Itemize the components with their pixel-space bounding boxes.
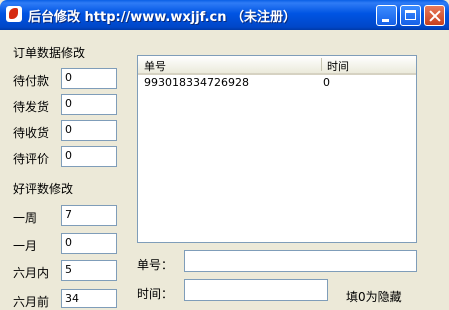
order-no-label: 单号： (137, 258, 174, 272)
pending-receipt-label: 待收货 (13, 126, 50, 140)
list-header: 单号 时间 (138, 56, 416, 75)
order-list[interactable]: 单号 时间 993018334726928 0 (137, 55, 417, 243)
order-group-heading: 订单数据修改 (13, 46, 86, 60)
within-six-months-label: 六月内 (13, 266, 50, 280)
review-group-heading: 好评数修改 (13, 182, 74, 196)
minimize-button[interactable] (376, 5, 397, 26)
pending-shipment-label: 待发货 (13, 100, 50, 114)
app-icon (6, 6, 22, 22)
time-label: 时间： (137, 287, 174, 301)
pending-payment-input[interactable]: 0 (61, 68, 117, 89)
column-divider (321, 58, 322, 71)
one-month-label: 一月 (13, 239, 38, 253)
one-week-label: 一周 (13, 211, 38, 225)
one-month-input[interactable]: 0 (61, 233, 117, 254)
hide-hint: 填0为隐藏 (346, 290, 402, 304)
pending-review-input[interactable]: 0 (61, 146, 117, 167)
pending-shipment-input[interactable]: 0 (61, 94, 117, 115)
time-field[interactable] (184, 279, 328, 301)
one-week-input[interactable]: 7 (61, 205, 117, 226)
within-six-months-input[interactable]: 5 (61, 260, 117, 281)
order-no-field[interactable] (184, 250, 417, 272)
column-order-no[interactable]: 单号 (144, 58, 166, 74)
before-six-months-input[interactable]: 34 (61, 289, 117, 308)
title-bar: 后台修改 http://www.wxjjf.cn （未注册） (0, 0, 449, 30)
row-order-no: 993018334726928 (144, 76, 249, 89)
column-time[interactable]: 时间 (327, 58, 349, 74)
row-time: 0 (323, 76, 330, 89)
pending-payment-label: 待付款 (13, 74, 50, 88)
window-title: 后台修改 http://www.wxjjf.cn （未注册） (28, 10, 297, 25)
before-six-months-label: 六月前 (13, 295, 50, 309)
maximize-button[interactable] (400, 5, 421, 26)
close-button[interactable] (424, 5, 445, 26)
pending-receipt-input[interactable]: 0 (61, 120, 117, 141)
pending-review-label: 待评价 (13, 152, 50, 166)
